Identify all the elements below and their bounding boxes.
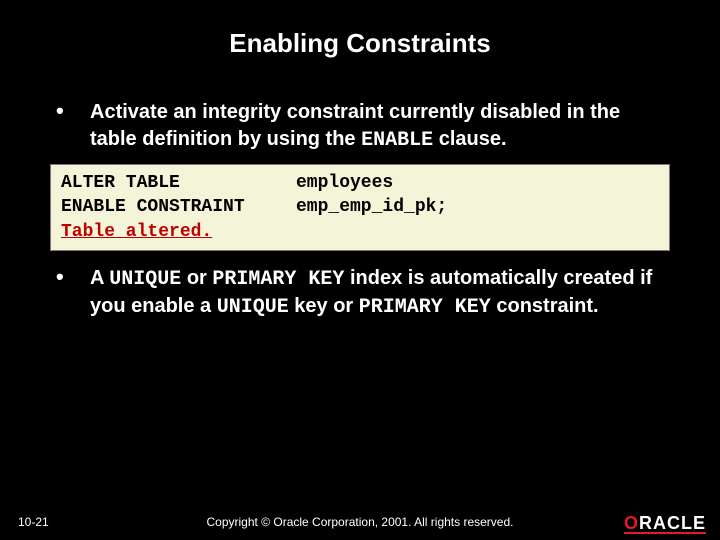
slide-content: • Activate an integrity constraint curre…	[0, 59, 720, 321]
code-block: ALTER TABLE employees ENABLE CONSTRAINT …	[50, 164, 670, 251]
code-fragment: ENABLE CONSTRAINT	[61, 195, 296, 219]
code-result: Table altered.	[61, 220, 659, 244]
text-fragment: A	[90, 267, 109, 289]
bullet-text: A UNIQUE or PRIMARY KEY index is automat…	[90, 265, 670, 321]
slide-title: Enabling Constraints	[0, 0, 720, 59]
copyright-text: Copyright © Oracle Corporation, 2001. Al…	[0, 515, 720, 529]
text-fragment: Activate an integrity constraint current…	[90, 101, 620, 150]
bullet-dot-icon: •	[50, 265, 90, 321]
bullet-dot-icon: •	[50, 99, 90, 154]
text-fragment: clause.	[433, 128, 506, 150]
code-line: ENABLE CONSTRAINT emp_emp_id_pk;	[61, 195, 659, 219]
bullet-item: • Activate an integrity constraint curre…	[50, 99, 670, 154]
code-keyword: ENABLE	[361, 129, 433, 152]
logo-letter: O	[624, 513, 639, 533]
code-fragment: emp_emp_id_pk;	[296, 195, 447, 219]
code-keyword: UNIQUE	[217, 296, 289, 319]
logo-letter: RACLE	[639, 513, 706, 533]
code-fragment: ALTER TABLE	[61, 171, 296, 195]
oracle-logo: ORACLE	[624, 513, 706, 534]
code-keyword: PRIMARY KEY	[212, 268, 344, 291]
code-fragment: employees	[296, 171, 393, 195]
text-fragment: or	[181, 267, 212, 289]
text-fragment: constraint.	[491, 295, 599, 317]
code-line: ALTER TABLE employees	[61, 171, 659, 195]
bullet-text: Activate an integrity constraint current…	[90, 99, 670, 154]
code-keyword: PRIMARY KEY	[359, 296, 491, 319]
text-fragment: key or	[289, 295, 359, 317]
slide: Enabling Constraints • Activate an integ…	[0, 0, 720, 540]
slide-footer: 10-21 Copyright © Oracle Corporation, 20…	[0, 504, 720, 540]
code-keyword: UNIQUE	[109, 268, 181, 291]
bullet-item: • A UNIQUE or PRIMARY KEY index is autom…	[50, 265, 670, 321]
page-number: 10-21	[18, 515, 49, 529]
